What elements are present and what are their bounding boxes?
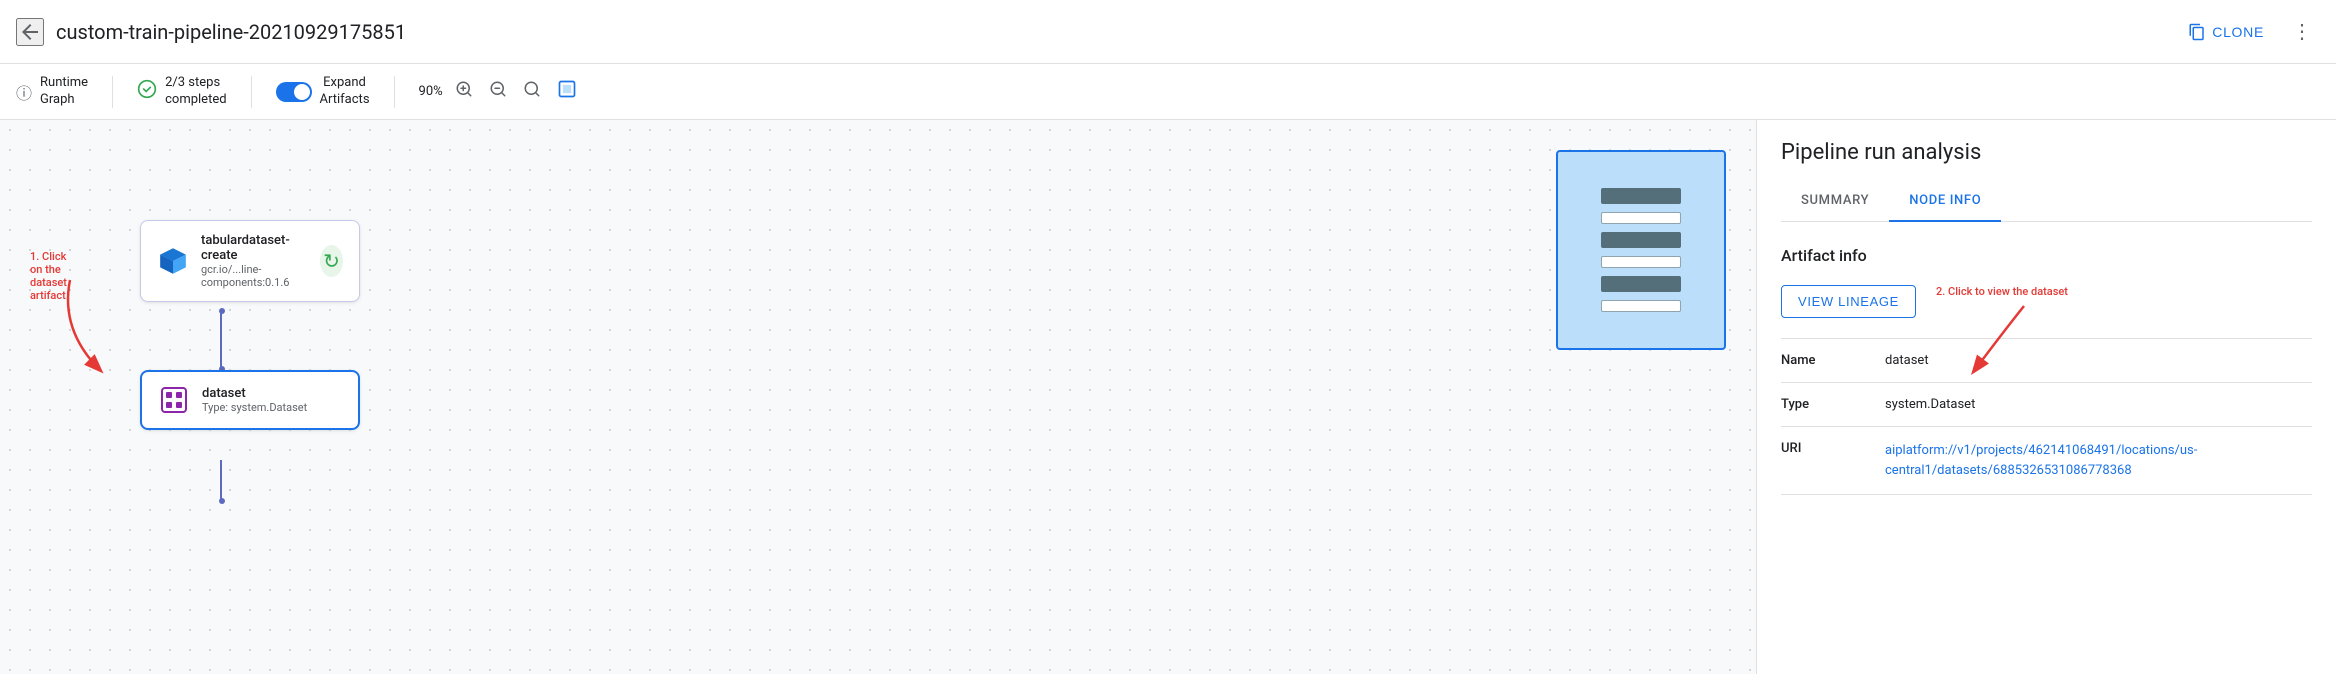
divider-1 — [112, 76, 113, 108]
label-uri: URI — [1781, 441, 1861, 456]
toggle-knob — [294, 84, 310, 100]
info-icon: ⓘ — [16, 80, 32, 104]
mini-preview — [1556, 150, 1726, 350]
node1-sub: gcr.io/...line-components:0.1.6 — [201, 263, 308, 289]
fit-view-button[interactable] — [553, 75, 581, 108]
right-panel-content: Artifact info VIEW LINEAGE 2. Click to v… — [1757, 222, 2336, 674]
main-area: 1. Click on the dataset artifact tabular… — [0, 120, 2336, 674]
clone-button[interactable]: CLONE — [2176, 15, 2276, 49]
expand-label: ExpandArtifacts — [320, 75, 370, 109]
zoom-out-button[interactable] — [485, 76, 511, 107]
sub-toolbar: ⓘ RuntimeGraph 2/3 steps completed Expan… — [0, 64, 2336, 120]
mini-bar-2 — [1601, 212, 1681, 224]
refresh-button[interactable]: ↻ — [320, 245, 343, 277]
back-button[interactable] — [16, 18, 44, 46]
info-row-name: Name dataset — [1781, 339, 2312, 383]
tabs: SUMMARY NODE INFO — [1781, 181, 2312, 222]
page-title: custom-train-pipeline-20210929175851 — [56, 20, 406, 44]
header-left: custom-train-pipeline-20210929175851 — [16, 18, 2176, 46]
mini-bar-5 — [1601, 276, 1681, 292]
value-uri[interactable]: aiplatform://v1/projects/462141068491/lo… — [1885, 441, 2312, 480]
right-panel: Pipeline run analysis SUMMARY NODE INFO … — [1756, 120, 2336, 674]
runtime-graph-item[interactable]: ⓘ RuntimeGraph — [16, 75, 88, 109]
right-panel-title: Pipeline run analysis — [1781, 140, 2312, 165]
node2-text: dataset Type: system.Dataset — [202, 386, 307, 414]
pipeline-canvas[interactable]: 1. Click on the dataset artifact tabular… — [0, 120, 1756, 674]
lineage-row: VIEW LINEAGE 2. Click to view the datase… — [1781, 285, 2312, 318]
connector-dot-bot2 — [219, 498, 225, 504]
expand-artifacts-toggle[interactable] — [276, 82, 312, 102]
check-icon — [137, 79, 157, 104]
artifact-info-title: Artifact info — [1781, 246, 2312, 265]
annotation-2: 2. Click to view the dataset — [1936, 285, 2068, 298]
node2-title: dataset — [202, 386, 307, 401]
node1-title: tabulardataset-create — [201, 233, 308, 263]
value-name: dataset — [1885, 353, 2312, 368]
node-tabulardataset[interactable]: tabulardataset-create gcr.io/...line-com… — [140, 220, 360, 302]
info-row-uri: URI aiplatform://v1/projects/46214106849… — [1781, 427, 2312, 495]
zoom-section: 90% — [419, 75, 581, 108]
info-table: Name dataset Type system.Dataset URI aip… — [1781, 338, 2312, 495]
divider-3 — [394, 76, 395, 108]
clone-label: CLONE — [2212, 24, 2264, 40]
mini-bar-1 — [1601, 188, 1681, 204]
tab-summary[interactable]: SUMMARY — [1781, 181, 1889, 222]
connector-line — [220, 310, 222, 370]
node2-sub: Type: system.Dataset — [202, 401, 307, 414]
expand-artifacts-section: ExpandArtifacts — [276, 75, 370, 109]
more-button[interactable]: ⋮ — [2284, 11, 2320, 52]
dataset-icon — [158, 384, 190, 416]
connector-dot-top — [219, 308, 225, 314]
zoom-in-button[interactable] — [451, 76, 477, 107]
right-panel-header: Pipeline run analysis SUMMARY NODE INFO — [1757, 120, 2336, 222]
view-lineage-button[interactable]: VIEW LINEAGE — [1781, 285, 1916, 318]
tab-nodeinfo[interactable]: NODE INFO — [1889, 181, 2001, 222]
zoom-level: 90% — [419, 84, 443, 99]
label-type: Type — [1781, 397, 1861, 412]
steps-item: 2/3 steps completed — [137, 75, 226, 109]
runtime-graph-label: RuntimeGraph — [40, 75, 88, 109]
zoom-reset-button[interactable] — [519, 76, 545, 107]
divider-2 — [251, 76, 252, 108]
info-row-type: Type system.Dataset — [1781, 383, 2312, 427]
steps-label: 2/3 steps completed — [165, 75, 226, 109]
header-actions: CLONE ⋮ — [2176, 11, 2320, 52]
annotation-1: 1. Click on the dataset artifact — [30, 250, 67, 302]
mini-bar-3 — [1601, 232, 1681, 248]
header: custom-train-pipeline-20210929175851 CLO… — [0, 0, 2336, 64]
label-name: Name — [1781, 353, 1861, 368]
mini-bar-6 — [1601, 300, 1681, 312]
node-dataset[interactable]: dataset Type: system.Dataset — [140, 370, 360, 430]
mini-bar-4 — [1601, 256, 1681, 268]
value-type: system.Dataset — [1885, 397, 2312, 412]
connector-bot2 — [220, 460, 222, 500]
cube-icon — [157, 245, 189, 277]
node1-text: tabulardataset-create gcr.io/...line-com… — [201, 233, 308, 289]
